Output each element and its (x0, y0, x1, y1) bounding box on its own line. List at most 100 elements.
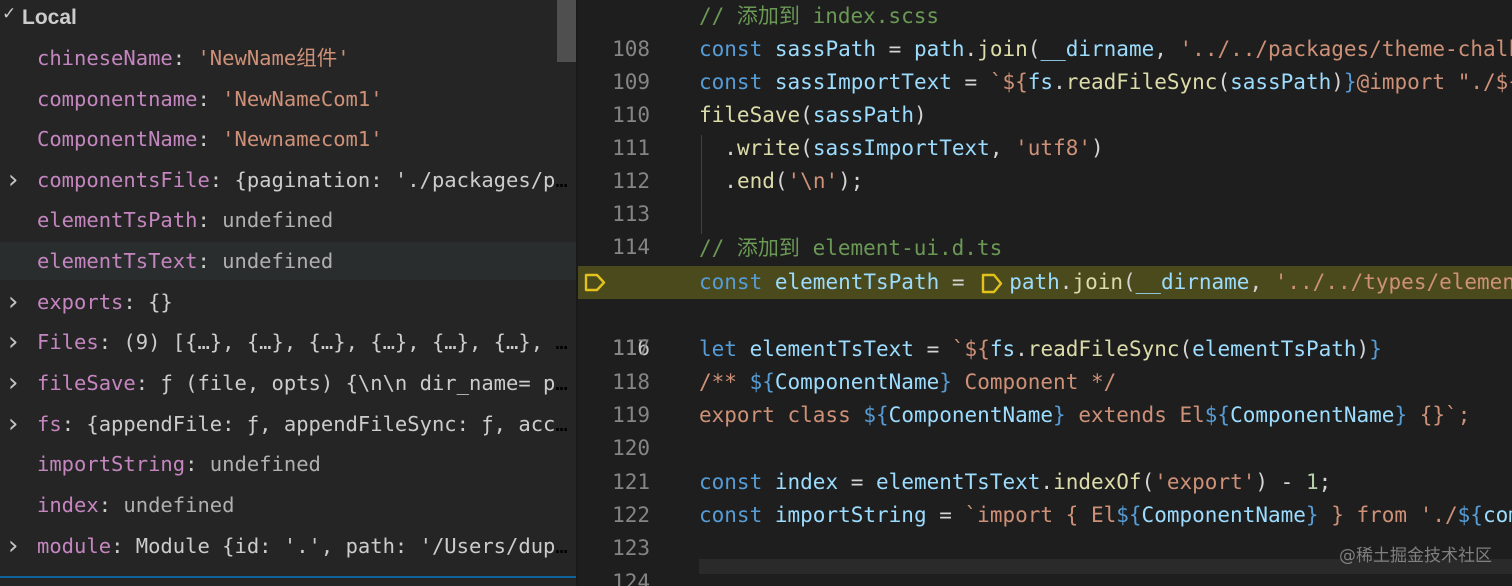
local-scope-header[interactable]: ✓ Local (0, 0, 576, 34)
code-line-116-current[interactable]: 116 const elementTsPath = path.join(__di… (578, 266, 1512, 360)
code-line-121[interactable]: 121 (578, 433, 1512, 494)
variable-row-componentsfile[interactable]: › componentsFile: {pagination: './package… (0, 161, 576, 199)
code-line-122[interactable]: 122 const index = elementTsText.indexOf(… (578, 466, 1512, 527)
variable-value: ƒ (file, opts) {\n\n dir_name= path.dirn… (160, 371, 576, 395)
separator: : (98, 330, 124, 354)
variable-row-module[interactable]: › module: Module {id: '.', path: '/Users/… (0, 527, 576, 565)
code-line-110[interactable]: 110 const sassImportText = `${fs.readFil… (578, 66, 1512, 127)
operator: ) - (1255, 470, 1306, 494)
separator: : (209, 168, 235, 192)
variable-row-chinesename[interactable]: chineseName: 'NewName组件' (0, 39, 576, 77)
variable-row-index[interactable]: index: undefined (0, 486, 576, 524)
chevron-right-icon[interactable]: › (8, 283, 18, 321)
operator: = (951, 70, 990, 94)
comment: // 添加到 element-ui.d.ts (699, 236, 1003, 260)
inline-breakpoint-icon[interactable] (981, 273, 1003, 294)
code-line-109[interactable]: 109 const sassPath = path.join(__dirname… (578, 33, 1512, 94)
separator: : (172, 46, 198, 70)
identifier: sassImportText (812, 136, 990, 160)
punct: ( (800, 103, 813, 127)
code-line-123[interactable]: 123 const importString = `import { El${C… (578, 499, 1512, 560)
chevron-right-icon[interactable]: › (8, 364, 18, 402)
code-line-115[interactable]: 115 // 添加到 element-ui.d.ts (578, 232, 1512, 293)
identifier: elementTsPath (1192, 337, 1357, 361)
code-line-118[interactable]: 118 let elementTsText = `${fs.readFileSy… (578, 333, 1512, 394)
variable-row-fs[interactable]: › fs: {appendFile: ƒ, appendFileSync: ƒ, … (0, 405, 576, 443)
code-line-117[interactable]: 117 (578, 299, 1512, 360)
variable-value: {} (148, 290, 173, 314)
punct: . (1015, 337, 1028, 361)
identifier: fs (1027, 70, 1054, 94)
template-close: } (939, 370, 952, 394)
template-open: ${ (1116, 503, 1142, 527)
punct: . (1053, 70, 1066, 94)
variable-row-componentname[interactable]: ComponentName: 'Newnamecom1' (0, 120, 576, 158)
code-line-120[interactable]: 120 export class ${ComponentName} extend… (578, 399, 1512, 460)
variable-row-elementtstext[interactable]: elementTsText: undefined (0, 242, 576, 280)
punct: ); (838, 169, 864, 193)
punct: ( (1217, 70, 1231, 94)
punct: ) (1356, 337, 1370, 361)
string: {} (1407, 403, 1446, 427)
code-line-111[interactable]: 111 fileSave(sassPath) (578, 99, 1512, 160)
variable-value: undefined (209, 452, 321, 476)
punct: . (1040, 470, 1054, 494)
keyword: const (699, 470, 763, 494)
separator: : (197, 127, 223, 151)
variable-row-componentname[interactable]: componentname: 'NewNameCom1' (0, 80, 576, 118)
chevron-right-icon[interactable]: › (8, 161, 18, 199)
identifier: path (913, 37, 965, 61)
chevron-right-icon[interactable]: › (8, 527, 18, 565)
variable-value: 'NewName组件' (197, 46, 350, 70)
variable-row-filesave[interactable]: › fileSave: ƒ (file, opts) {\n\n dir_name… (0, 364, 576, 402)
chevron-down-icon[interactable]: ✓ (2, 4, 16, 24)
keyword: const (699, 503, 763, 527)
code-line-114[interactable]: 114 (578, 198, 1512, 259)
identifier: sassImportText (774, 70, 952, 94)
variable-row-files[interactable]: › Files: (9) [{…}, {…}, {…}, {…}, {…}, {…… (0, 323, 576, 361)
identifier: __dirname (1040, 37, 1155, 61)
code-editor[interactable]: 108 // 添加到 index.scss 109 const sassPath… (578, 0, 1512, 586)
string: @import "./${componentname}.scss"; (1356, 70, 1512, 94)
variable-value: Module {id: '.', path: '/Users/dupeng/pr… (135, 534, 576, 558)
chevron-right-icon[interactable]: › (8, 405, 18, 443)
punct: ( (1027, 37, 1041, 61)
keyword: let (699, 337, 737, 361)
identifier: __dirname (1135, 270, 1250, 294)
punct: , (1249, 270, 1275, 294)
watermark: @稀土掘金技术社区 (1339, 546, 1492, 566)
variable-value: {appendFile: ƒ, appendFileSync: ƒ, acces… (86, 412, 576, 436)
string: `import { El (964, 503, 1117, 527)
variable-row-importstring[interactable]: importString: undefined (0, 445, 576, 483)
code-line-113[interactable]: 113 .end('\n'); (578, 165, 1512, 226)
string: Component */ (951, 370, 1117, 394)
variable-name: componentname (37, 87, 198, 111)
function-name: readFileSync (1027, 337, 1180, 361)
template-open: `${ (989, 70, 1028, 94)
string: 'export' (1154, 470, 1256, 494)
variable-value: undefined (222, 249, 334, 273)
identifier: ComponentName (1141, 503, 1306, 527)
variable-row-elementtspath[interactable]: elementTsPath: undefined (0, 201, 576, 239)
variable-value: (9) [{…}, {…}, {…}, {…}, {…}, {…}, {…}, … (123, 330, 576, 354)
code-line-108[interactable]: 108 // 添加到 index.scss (578, 0, 1512, 61)
variable-row-exports[interactable]: › exports: {} (0, 283, 576, 321)
variables-panel: ✓ Local chineseName: 'NewName组件' componen… (0, 0, 576, 586)
chevron-right-icon[interactable]: › (8, 323, 18, 361)
code-line-119[interactable]: 119 /** ${ComponentName} Component */ (578, 366, 1512, 427)
code-line-112[interactable]: 112 .write(sassImportText, 'utf8') (578, 132, 1512, 193)
punct: . (964, 37, 978, 61)
punct: ( (774, 169, 788, 193)
variable-name: chineseName (37, 46, 173, 70)
string: extends El (1065, 403, 1205, 427)
breakpoint-paused-icon[interactable] (584, 273, 606, 292)
template-open: ${ (1457, 503, 1483, 527)
operator: = (876, 37, 914, 61)
string: /** (699, 370, 750, 394)
string: export class (699, 403, 864, 427)
punct: ; (1318, 470, 1332, 494)
identifier: fs (989, 337, 1016, 361)
